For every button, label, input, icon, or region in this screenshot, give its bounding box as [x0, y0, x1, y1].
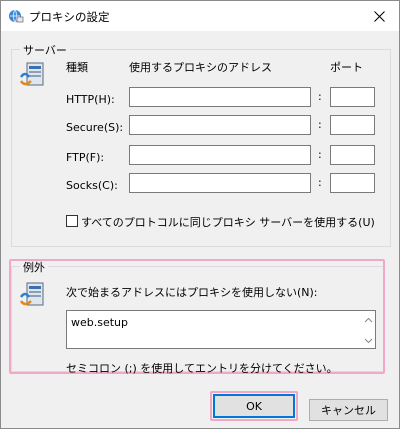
- servers-legend: サーバー: [20, 42, 70, 58]
- ftp-label: FTP(F):: [66, 151, 105, 164]
- same-proxy-label[interactable]: すべてのプロトコルに同じプロキシ サーバーを使用する(U): [81, 214, 375, 230]
- col-type-header: 種類: [66, 61, 88, 74]
- secure-address-input[interactable]: [129, 115, 311, 135]
- exceptions-value: web.setup: [71, 316, 129, 329]
- exceptions-description: 次で始まるアドレスにはプロキシを使用しない(N):: [66, 286, 318, 299]
- ok-button[interactable]: OK: [213, 394, 295, 418]
- secure-colon: :: [318, 118, 322, 131]
- globe-settings-icon: [8, 8, 24, 24]
- ftp-address-input[interactable]: [129, 145, 311, 165]
- socks-port-input[interactable]: [330, 173, 375, 193]
- title-bar: プロキシの設定: [1, 1, 399, 31]
- socks-address-input[interactable]: [129, 173, 311, 193]
- col-port-header: ポート: [330, 61, 363, 74]
- http-label: HTTP(H):: [66, 93, 115, 106]
- exceptions-note: セミコロン (;) を使用してエントリを分けてください。: [66, 362, 338, 375]
- ftp-port-input[interactable]: [330, 145, 375, 165]
- network-computer-icon: [19, 279, 47, 309]
- http-address-input[interactable]: [129, 87, 311, 107]
- chevron-up-icon[interactable]: [364, 317, 373, 323]
- secure-label: Secure(S):: [66, 121, 124, 134]
- close-icon: [373, 10, 385, 22]
- http-colon: :: [318, 90, 322, 103]
- http-port-input[interactable]: [330, 87, 375, 107]
- same-proxy-checkbox[interactable]: [66, 215, 78, 227]
- cancel-button[interactable]: キャンセル: [309, 399, 388, 421]
- secure-port-input[interactable]: [330, 115, 375, 135]
- chevron-down-icon[interactable]: [364, 338, 373, 344]
- close-button[interactable]: [359, 1, 399, 31]
- network-computer-icon: [19, 59, 47, 89]
- ftp-colon: :: [318, 148, 322, 161]
- col-address-header: 使用するプロキシのアドレス: [129, 61, 272, 74]
- proxy-settings-dialog: プロキシの設定 サーバー 種類 使用するプロキシのアドレス ポート HTTP(H…: [0, 0, 400, 429]
- socks-colon: :: [318, 176, 322, 189]
- socks-label: Socks(C):: [66, 179, 118, 192]
- exceptions-textarea[interactable]: web.setup: [66, 310, 376, 349]
- window-title: プロキシの設定: [29, 10, 110, 24]
